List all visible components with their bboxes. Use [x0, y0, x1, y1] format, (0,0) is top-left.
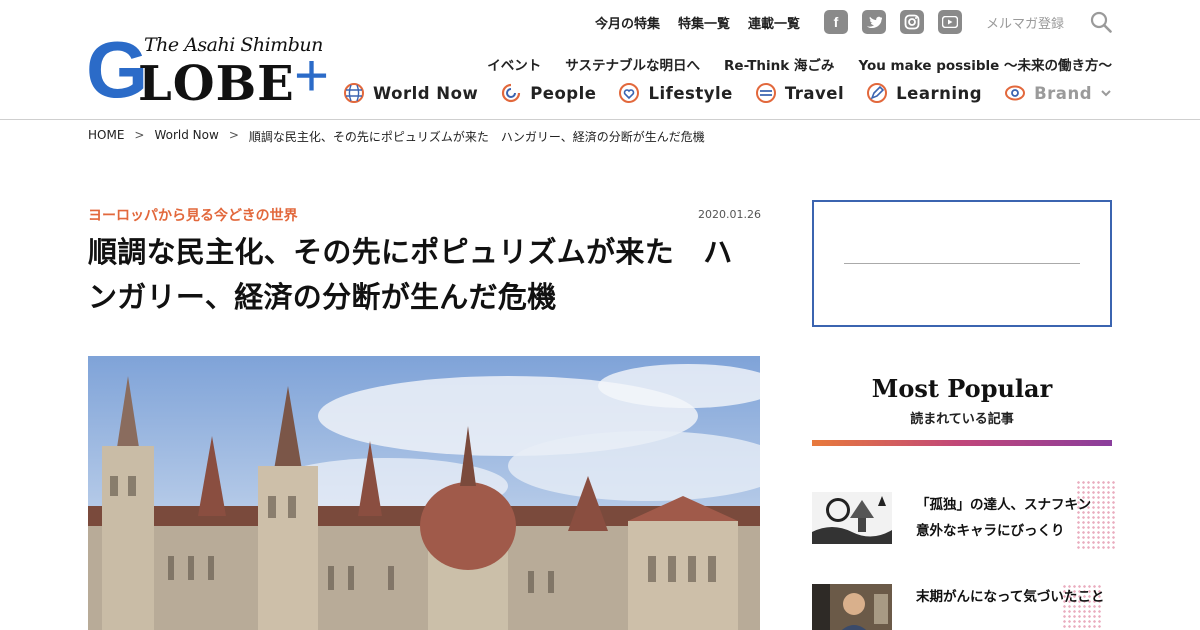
category-world-now[interactable]: World Now — [343, 82, 478, 104]
breadcrumb-home[interactable]: HOME — [88, 128, 124, 145]
globe-icon — [344, 83, 364, 103]
search-icon[interactable] — [1090, 11, 1112, 33]
publish-date: 2020.01.26 — [698, 208, 761, 221]
twitter-icon[interactable] — [861, 10, 886, 34]
popular-article-title: 末期がんになって気づいたこと — [916, 589, 1105, 605]
category-label: People — [530, 83, 597, 103]
divider — [844, 263, 1080, 264]
eye-icon — [1005, 85, 1026, 101]
category-label: Travel — [784, 83, 845, 103]
feature-link-future-work[interactable]: You make possible ～未来の働き方～ — [858, 54, 1112, 74]
facebook-icon[interactable]: f — [823, 10, 848, 34]
globe-plus-logo[interactable]: The Asahi Shimbun G LOBE + — [86, 30, 342, 112]
logo-plus: + — [294, 42, 330, 109]
pencil-icon — [867, 83, 888, 103]
popular-article-thumbnail — [812, 492, 892, 544]
feature-nav: イベント サステナブルな明日へ Re-Think 海ごみ You make po… — [487, 54, 1112, 74]
utility-nav: 今月の特集 特集一覧 連載一覧 f メルマガ登録 — [595, 8, 1112, 36]
series-list-link[interactable]: 連載一覧 — [748, 13, 800, 32]
advertisement-box[interactable] — [812, 200, 1112, 327]
popular-article-thumbnail — [812, 584, 892, 630]
feature-link-rethink-ocean[interactable]: Re-Think 海ごみ — [724, 54, 834, 74]
category-travel[interactable]: Travel — [755, 82, 844, 104]
chevron-down-icon — [1101, 90, 1111, 97]
most-popular-subheading: 読まれている記事 — [910, 412, 1014, 427]
category-people[interactable]: People — [500, 82, 596, 104]
heart-icon — [619, 83, 640, 103]
monthly-feature-link[interactable]: 今月の特集 — [595, 13, 660, 32]
feature-link-sustainable[interactable]: サステナブルな明日へ — [565, 54, 700, 74]
site-header: The Asahi Shimbun G LOBE + 今月の特集 特集一覧 連載… — [0, 0, 1200, 120]
hero-image-parliament — [88, 356, 760, 630]
article-title: 順調な民主化、その先にポピュリズムが来た ハンガリー、経済の分断が生んだ危機 — [88, 235, 733, 314]
popular-article-2[interactable]: 末期がんになって気づいたこと — [812, 584, 1112, 630]
instagram-icon[interactable] — [899, 10, 924, 34]
category-lifestyle[interactable]: Lifestyle — [618, 82, 732, 104]
breadcrumb: HOME > World Now > 順調な民主化、その先にポピュリズムが来た … — [88, 128, 705, 145]
most-popular-gradient-bar — [812, 440, 1112, 446]
category-label: World Now — [373, 83, 479, 103]
breadcrumb-section[interactable]: World Now — [154, 128, 218, 145]
category-brand[interactable]: Brand — [1004, 82, 1112, 104]
category-label: Lifestyle — [648, 83, 733, 103]
category-label: Learning — [896, 83, 983, 103]
category-nav: World Now People Lifestyle Travel Learni… — [343, 82, 1112, 104]
category-learning[interactable]: Learning — [866, 82, 982, 104]
popular-article-1[interactable]: 「孤独」の達人、スナフキン 意外なキャラにびっくり — [812, 480, 1116, 562]
feature-list-link[interactable]: 特集一覧 — [678, 13, 730, 32]
category-label: Brand — [1034, 83, 1092, 103]
breadcrumb-current: 順調な民主化、その先にポピュリズムが来た ハンガリー、経済の分断が生んだ危機 — [248, 130, 705, 144]
popular-article-title: 「孤独」の達人、スナフキン 意外なキャラにびっくり — [916, 497, 1105, 539]
youtube-icon[interactable] — [937, 10, 962, 34]
feature-link-event[interactable]: イベント — [487, 54, 541, 74]
travel-icon — [755, 83, 776, 103]
most-popular-heading: Most Popular — [871, 374, 1053, 403]
breadcrumb-separator: > — [228, 128, 239, 142]
newsletter-signup-link[interactable]: メルマガ登録 — [986, 13, 1064, 32]
people-icon — [502, 83, 521, 103]
social-links: f — [823, 10, 962, 34]
series-link[interactable]: ヨーロッパから見る今どきの世界 — [88, 205, 298, 225]
logo-wordmark: LOBE — [138, 56, 295, 112]
breadcrumb-separator: > — [134, 128, 145, 142]
